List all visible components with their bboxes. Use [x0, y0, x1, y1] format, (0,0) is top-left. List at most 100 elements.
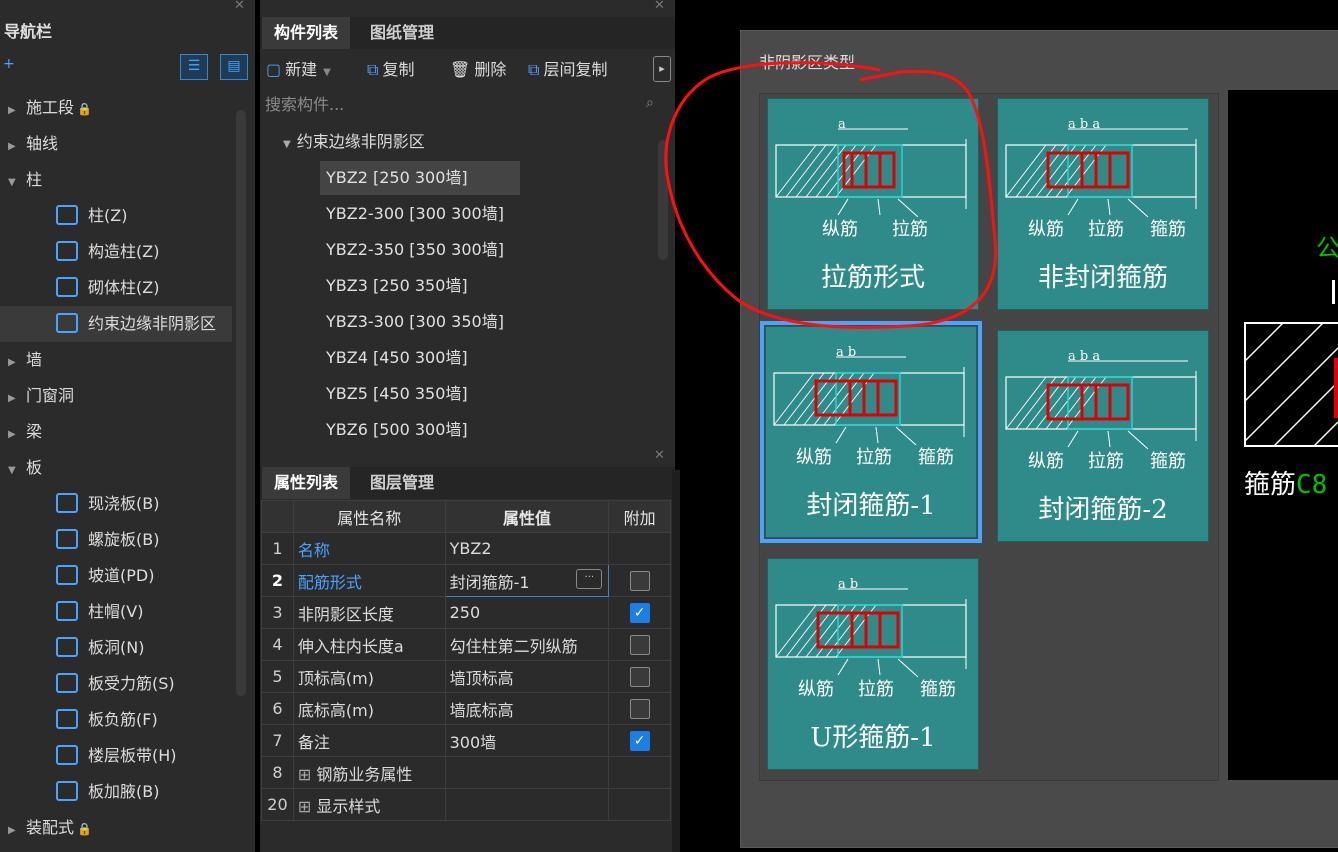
nav-item[interactable]: 楼层板带(H) — [0, 738, 230, 774]
component-item[interactable]: YBZ6 [500 300墙] — [320, 413, 520, 447]
table-row[interactable]: 3 非阴影区长度 250 ✓ — [261, 596, 671, 629]
card-u-stirrup-1[interactable]: a b 纵筋 拉筋 箍筋 U形箍筋-1 — [767, 558, 979, 770]
ramp-icon — [56, 564, 78, 585]
detail-view-icon[interactable]: ▤ — [220, 54, 248, 80]
attach-checkbox[interactable] — [629, 666, 650, 687]
nav-item[interactable]: 构造柱(Z) — [0, 234, 230, 270]
copy-button[interactable]: ⧉ 复制 — [367, 56, 414, 80]
chevron-right-icon[interactable]: ▶ — [8, 129, 18, 165]
close-icon[interactable]: ✕ — [234, 0, 245, 13]
attach-checkbox[interactable]: ✓ — [629, 730, 650, 751]
table-row[interactable]: 6 底标高(m) 墙底标高 — [261, 692, 671, 725]
nav-group-construction-stage[interactable]: ▶ 施工段 🔒 — [0, 90, 230, 126]
table-row[interactable]: 2 配筋形式 封闭箍筋-1 ··· — [261, 564, 671, 597]
property-value[interactable] — [444, 756, 610, 789]
component-item[interactable]: YBZ5 [450 350墙] — [320, 377, 520, 411]
card-closed-stirrup-1[interactable]: a b 纵筋 拉筋 箍筋 封闭箍筋-1 — [760, 321, 982, 543]
nav-group-beam[interactable]: ▶ 梁 — [0, 414, 230, 450]
attach-checkbox[interactable]: ✓ — [629, 602, 650, 623]
floor-copy-button[interactable]: ⧉ 层间复制 — [528, 56, 607, 80]
card-closed-stirrup-2[interactable]: a b a 纵筋 拉筋 箍筋 封闭箍筋-2 — [997, 330, 1209, 542]
property-value[interactable]: 封闭箍筋-1 ··· — [444, 564, 610, 597]
expand-arrow-icon[interactable]: ▼ — [283, 139, 291, 150]
close-icon[interactable]: ✕ — [654, 448, 665, 463]
property-value[interactable]: 墙底标高 — [444, 692, 610, 725]
scrollbar[interactable] — [236, 110, 246, 696]
card-open-stirrup[interactable]: a b a 纵筋 拉筋 箍筋 非封闭箍筋 — [997, 98, 1209, 310]
table-row[interactable]: 5 顶标高(m) 墙顶标高 — [261, 660, 671, 693]
table-row[interactable]: 1 名称 YBZ2 — [261, 532, 671, 565]
component-item[interactable]: YBZ2-300 [300 300墙] — [320, 197, 520, 231]
nav-group-slab[interactable]: ▼ 板 — [0, 450, 230, 486]
chevron-right-icon[interactable]: ▶ — [8, 345, 18, 381]
lock-icon: 🔒 — [77, 102, 92, 116]
chevron-down-icon[interactable]: ▼ — [8, 453, 18, 489]
expand-icon[interactable]: ⊞ — [298, 797, 317, 816]
stirrup-label: 箍筋C8 — [1244, 470, 1328, 500]
nav-item[interactable]: 约束边缘非阴影区 — [0, 306, 232, 342]
nav-group-axis[interactable]: ▶ 轴线 — [0, 126, 230, 162]
tab-property-list[interactable]: 属性列表 — [262, 467, 351, 499]
search-icon[interactable]: ⌕ — [646, 95, 654, 111]
property-value-text: 墙底标高 — [449, 700, 514, 720]
ellipsis-button[interactable]: ··· — [576, 568, 603, 589]
scrollbar[interactable] — [658, 140, 668, 260]
property-value[interactable]: YBZ2 — [444, 532, 610, 565]
chevron-down-icon[interactable]: ▼ — [8, 165, 18, 201]
search-input[interactable]: 搜索构件... — [262, 90, 672, 120]
nav-item[interactable]: 坡道(PD) — [0, 558, 230, 594]
attach-checkbox[interactable] — [629, 698, 650, 719]
tab-component-list[interactable]: 构件列表 — [262, 17, 351, 49]
property-value-text: 封闭箍筋-1 — [449, 572, 530, 592]
attach-checkbox[interactable] — [629, 570, 650, 591]
table-row[interactable]: 8 ⊞ 钢筋业务属性 — [261, 756, 671, 789]
tab-layer-management[interactable]: 图层管理 — [358, 467, 446, 499]
more-toolbar-icon[interactable]: ▸ — [653, 56, 671, 82]
nav-item[interactable]: 柱(Z) — [0, 198, 230, 234]
component-item[interactable]: YBZ2 [250 300墙] — [320, 161, 520, 195]
property-value[interactable]: 250 — [444, 596, 610, 629]
add-icon[interactable]: + — [3, 56, 15, 72]
table-header: 附加 — [608, 500, 671, 533]
table-row[interactable]: 4 伸入柱内长度a 勾住柱第二列纵筋 — [261, 628, 671, 661]
tab-drawing-management[interactable]: 图纸管理 — [358, 17, 446, 49]
close-icon[interactable]: ✕ — [654, 0, 665, 13]
nav-item[interactable]: 砌体柱(Z) — [0, 270, 230, 306]
nav-item[interactable]: 板洞(N) — [0, 630, 230, 666]
splitter[interactable] — [672, 470, 680, 852]
property-value[interactable] — [444, 788, 610, 821]
new-button[interactable]: ▢ 新建 ▼ — [266, 56, 331, 80]
nav-item-label: 柱帽(V) — [88, 602, 144, 621]
row-index: 4 — [261, 628, 294, 661]
nav-group-column[interactable]: ▼ 柱 — [0, 162, 230, 198]
property-value[interactable]: 300墙 — [444, 724, 610, 757]
component-item[interactable]: YBZ3-300 [300 350墙] — [320, 305, 520, 339]
property-value[interactable]: 勾住柱第二列纵筋 — [444, 628, 610, 661]
table-row[interactable]: 20 ⊞ 显示样式 — [261, 788, 671, 821]
card-tie-bar[interactable]: a 纵筋 拉筋 拉筋形式 — [767, 98, 979, 310]
nav-item[interactable]: 板加腋(B) — [0, 774, 230, 810]
nav-item[interactable]: 柱帽(V) — [0, 594, 230, 630]
list-view-icon[interactable]: ☰ — [180, 54, 208, 80]
chevron-right-icon[interactable]: ▶ — [8, 417, 18, 453]
nav-item[interactable]: 板受力筋(S) — [0, 666, 230, 702]
nav-item[interactable]: 现浇板(B) — [0, 486, 230, 522]
chevron-right-icon[interactable]: ▶ — [8, 813, 18, 849]
component-item[interactable]: YBZ2-350 [350 300墙] — [320, 233, 520, 267]
table-row[interactable]: 7 备注 300墙 ✓ — [261, 724, 671, 757]
component-item[interactable]: YBZ3 [250 350墙] — [320, 269, 520, 303]
component-group[interactable]: ▼ 约束边缘非阴影区 — [283, 128, 425, 152]
nav-item[interactable]: 板负筋(F) — [0, 702, 230, 738]
nav-group-prefab[interactable]: ▶ 装配式 🔒 — [0, 810, 230, 846]
expand-icon[interactable]: ⊞ — [298, 765, 317, 784]
component-item[interactable]: YBZ4 [450 300墙] — [320, 341, 520, 375]
chevron-right-icon[interactable]: ▶ — [8, 93, 18, 129]
attach-checkbox[interactable] — [629, 634, 650, 655]
property-value[interactable]: 墙顶标高 — [444, 660, 610, 693]
nav-group-door-window[interactable]: ▶ 门窗洞 — [0, 378, 230, 414]
nav-item[interactable]: 螺旋板(B) — [0, 522, 230, 558]
nav-group-wall[interactable]: ▶ 墙 — [0, 342, 230, 378]
rebar-label: 箍筋 — [1150, 219, 1186, 240]
chevron-right-icon[interactable]: ▶ — [8, 381, 18, 417]
delete-button[interactable]: 🗑 删除 — [450, 56, 506, 80]
